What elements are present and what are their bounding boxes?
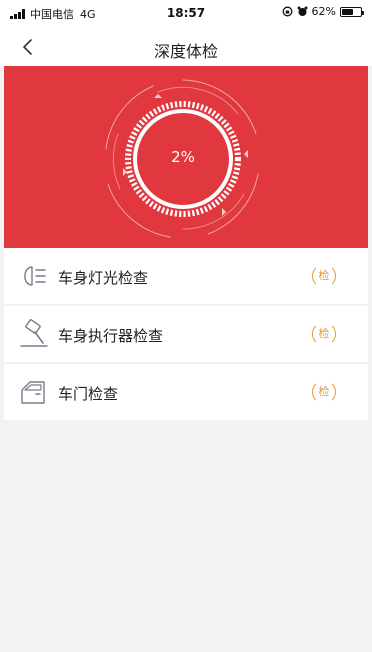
headlight-icon: [24, 266, 46, 286]
check-item-label: 车身执行器检查: [58, 327, 164, 345]
battery-icon: [340, 6, 364, 17]
check-item-label: 车身灯光检查: [58, 269, 149, 287]
check-item-lights[interactable]: 车身灯光检查 检: [4, 248, 368, 308]
chevron-left-icon: [23, 39, 32, 55]
progress-panel: 2%: [4, 66, 368, 248]
check-list: 车身灯光检查 检 车身执行器检查 检 车门检查 检: [4, 248, 368, 420]
check-item-doors[interactable]: 车门检查 检: [4, 364, 368, 420]
car-door-icon: [21, 381, 45, 404]
status-right: 62%: [282, 5, 364, 18]
check-badge[interactable]: 检: [312, 264, 336, 288]
check-item-label: 车门检查: [58, 385, 119, 403]
back-button[interactable]: [14, 34, 44, 60]
orientation-lock-icon: [282, 6, 292, 17]
nav-bar: 深度体检: [0, 28, 372, 66]
status-bar: 中国电信 4G 18:57 62%: [0, 0, 372, 28]
check-badge[interactable]: 检: [312, 380, 336, 404]
page-title: 深度体检: [153, 42, 218, 61]
progress-percent: 2%: [171, 148, 195, 166]
check-item-actuators[interactable]: 车身执行器检查 检: [4, 306, 368, 366]
hammer-icon: [20, 319, 48, 347]
battery-percent: 62%: [311, 5, 336, 18]
alarm-icon: [297, 6, 308, 16]
check-badge[interactable]: 检: [312, 322, 336, 346]
